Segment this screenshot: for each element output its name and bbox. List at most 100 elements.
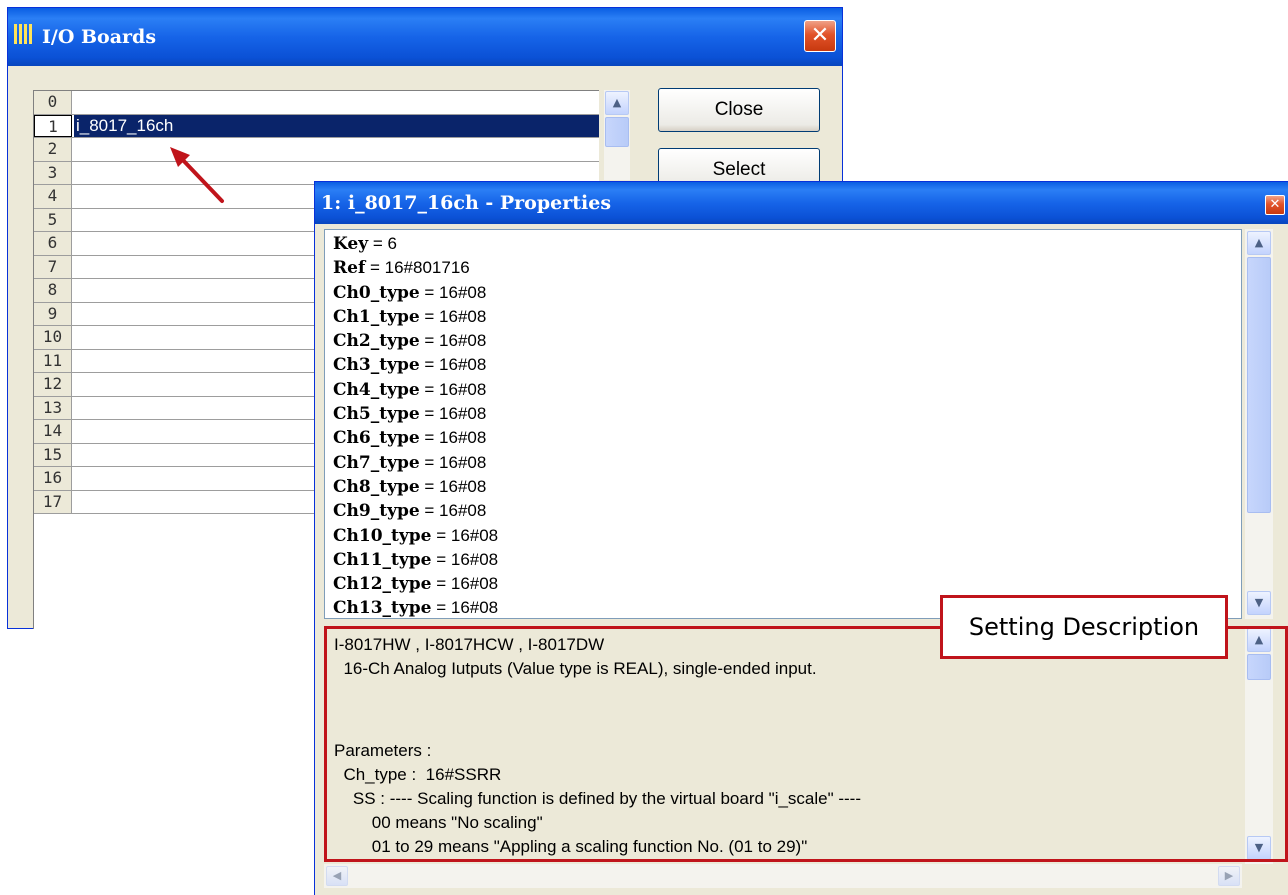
equals-sign: = [419,404,440,424]
row-number: 10 [34,326,72,349]
equals-sign: = [419,282,440,302]
equals-sign: = [431,525,451,545]
equals-sign: = [368,234,388,253]
property-line[interactable]: Ch5_type = 16#08 [333,402,1241,426]
property-line[interactable]: Ch11_type = 16#08 [333,548,1241,572]
equals-sign: = [419,428,440,448]
property-value: 16#08 [450,549,499,569]
close-icon[interactable]: ✕ [804,20,836,52]
property-line[interactable]: Ch9_type = 16#08 [333,499,1241,523]
scroll-up-icon[interactable]: ▲ [1247,231,1271,255]
io-grid-scrollbar[interactable]: ▲ [604,90,630,180]
pointer-arrow-icon [170,147,224,203]
equals-sign: = [419,452,440,472]
property-line[interactable]: Ch8_type = 16#08 [333,475,1241,499]
property-value: 16#08 [439,355,487,375]
description-horizontal-scrollbar[interactable]: ◀ ▶ [324,864,1242,888]
row-number: 12 [34,373,72,396]
equals-sign: = [419,476,440,496]
property-key: Ch11_type [333,549,432,570]
property-line[interactable]: Ch1_type = 16#08 [333,305,1241,329]
row-number: 15 [34,443,72,466]
property-key: Ch3_type [333,355,420,376]
properties-titlebar[interactable]: 1: i_8017_16ch - Properties ✕ [315,182,1288,224]
properties-title: 1: i_8017_16ch - Properties [321,192,612,214]
board-name-cell[interactable] [74,91,599,114]
grid-icon [14,24,36,44]
property-value: 16#08 [439,404,487,424]
row-number: 0 [34,91,72,114]
grid-row[interactable]: 0 [34,91,599,115]
equals-sign: = [431,549,451,569]
scroll-down-icon[interactable]: ▼ [1247,591,1271,615]
row-number: 17 [34,490,72,513]
board-name-cell[interactable] [74,138,599,161]
property-key: Ch5_type [333,404,420,425]
description-highlight-frame [324,626,1288,862]
scroll-left-icon[interactable]: ◀ [326,866,348,886]
property-line[interactable]: Ch4_type = 16#08 [333,378,1241,402]
property-value: 16#08 [439,452,487,472]
equals-sign: = [419,306,440,326]
property-line[interactable]: Ch12_type = 16#08 [333,572,1241,596]
board-name-cell[interactable]: i_8017_16ch [74,114,599,137]
equals-sign: = [431,598,451,618]
property-value: 16#08 [439,476,487,496]
row-number: 3 [34,161,72,184]
row-number: 8 [34,279,72,302]
property-key: Ch1_type [333,306,420,327]
property-value: 16#08 [450,525,499,545]
property-line[interactable]: Ref = 16#801716 [333,256,1241,280]
property-line[interactable]: Ch2_type = 16#08 [333,329,1241,353]
row-number: 5 [34,208,72,231]
grid-row[interactable]: 2 [34,138,599,162]
property-value: 16#08 [439,306,487,326]
property-value: 16#08 [450,574,499,594]
grid-row[interactable]: 1 i_8017_16ch [34,114,599,138]
row-number: 2 [34,138,72,161]
property-key: Ch4_type [333,379,420,400]
io-boards-title: I/O Boards [42,26,157,48]
row-number: 9 [34,302,72,325]
properties-scrollbar[interactable]: ▲ ▼ [1245,229,1273,619]
close-button[interactable]: Close [658,88,820,132]
equals-sign: = [431,574,451,594]
property-line[interactable]: Key = 6 [333,232,1241,256]
scroll-thumb[interactable] [1247,257,1271,513]
property-key: Ch2_type [333,331,420,352]
row-number: 7 [34,255,72,278]
property-key: Key [333,234,369,254]
row-number: 6 [34,232,72,255]
row-number: 1 [34,114,72,137]
property-value: 16#08 [439,331,487,351]
property-line[interactable]: Ch3_type = 16#08 [333,353,1241,377]
row-number: 14 [34,420,72,443]
property-line[interactable]: Ch7_type = 16#08 [333,451,1241,475]
property-value: 16#801716 [384,258,470,278]
close-icon[interactable]: ✕ [1265,195,1285,215]
io-boards-titlebar[interactable]: I/O Boards ✕ [8,8,842,66]
property-key: Ch10_type [333,525,432,546]
equals-sign: = [419,355,440,375]
equals-sign: = [419,379,440,399]
scroll-thumb[interactable] [605,117,629,147]
property-key: Ch13_type [333,598,432,619]
property-line[interactable]: Ch6_type = 16#08 [333,426,1241,450]
properties-list[interactable]: Key = 6 Ref = 16#801716 Ch0_type = 16#08 Ch… [324,229,1242,619]
scroll-right-icon[interactable]: ▶ [1218,866,1240,886]
equals-sign: = [419,331,440,351]
property-line[interactable]: Ch0_type = 16#08 [333,281,1241,305]
row-number: 4 [34,185,72,208]
property-key: Ref [333,258,366,279]
property-value: 16#08 [439,379,487,399]
property-key: Ch8_type [333,476,420,497]
scroll-up-icon[interactable]: ▲ [605,91,629,115]
property-key: Ch0_type [333,282,420,303]
property-key: Ch12_type [333,574,432,595]
property-key: Ch6_type [333,428,420,449]
property-line[interactable]: Ch10_type = 16#08 [333,524,1241,548]
property-value: 6 [387,234,397,253]
property-value: 16#08 [439,282,487,302]
row-number: 16 [34,467,72,490]
row-number: 11 [34,349,72,372]
